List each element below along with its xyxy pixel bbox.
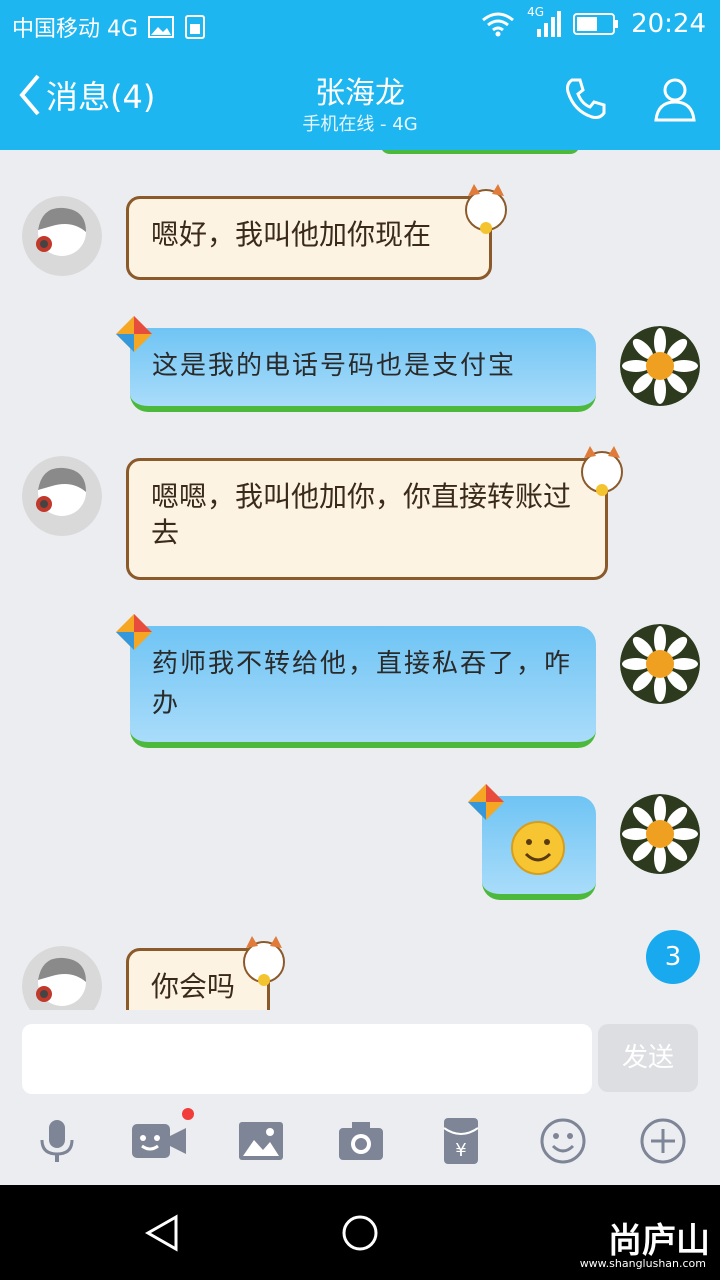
lucky-cat-sticker-icon bbox=[465, 184, 507, 234]
message-text: 你会吗 bbox=[151, 970, 236, 1003]
message-text: 嗯好，我叫他加你现在 bbox=[151, 218, 432, 251]
message-text: 嗯嗯，我叫他加你，你直接转账过去 bbox=[151, 480, 572, 549]
status-bar: 中国移动 4G 4G 20:24 bbox=[0, 0, 720, 50]
composer: 发送 ¥ bbox=[0, 1010, 720, 1185]
lucky-cat-sticker-icon bbox=[243, 936, 285, 986]
wifi-icon bbox=[482, 12, 514, 37]
my-avatar[interactable] bbox=[620, 624, 700, 704]
message-text: 药师我不转给他，直接私吞了，咋办 bbox=[152, 649, 573, 719]
kite-sticker-icon bbox=[116, 614, 152, 650]
message-list[interactable]: 嗯好，我叫他加你现在 这是我的电话号码也是支付宝 嗯嗯，我叫他加你，你直接转账过… bbox=[0, 150, 720, 1010]
image-notification-icon bbox=[148, 16, 175, 38]
smile-emoji-icon bbox=[511, 821, 565, 875]
send-button[interactable]: 发送 bbox=[598, 1024, 698, 1092]
contact-avatar[interactable] bbox=[22, 456, 102, 536]
composer-toolbar: ¥ bbox=[0, 1106, 720, 1176]
contact-name: 张海龙 bbox=[315, 76, 405, 111]
unread-count-badge[interactable]: 3 bbox=[646, 930, 700, 984]
red-packet-icon[interactable]: ¥ bbox=[436, 1116, 486, 1166]
contact-profile-icon[interactable] bbox=[650, 74, 700, 124]
contact-avatar[interactable] bbox=[22, 196, 102, 276]
network-badge: 4G bbox=[527, 5, 544, 19]
signal-icon: 4G bbox=[527, 5, 562, 39]
battery-icon bbox=[573, 13, 619, 35]
system-navigation-bar: 尚庐山 www.shanglushan.com bbox=[0, 1185, 720, 1280]
message-text: 这是我的电话号码也是支付宝 bbox=[152, 351, 517, 381]
image-icon[interactable] bbox=[236, 1116, 286, 1166]
phone-call-icon[interactable] bbox=[560, 74, 610, 124]
kite-sticker-icon bbox=[468, 784, 504, 820]
clock: 20:24 bbox=[631, 9, 706, 39]
emoji-icon[interactable] bbox=[538, 1116, 588, 1166]
previous-bubble-edge bbox=[380, 150, 580, 154]
kite-sticker-icon bbox=[116, 316, 152, 352]
watermark-url: www.shanglushan.com bbox=[579, 1257, 706, 1270]
video-notification-dot bbox=[182, 1108, 194, 1120]
my-avatar[interactable] bbox=[620, 326, 700, 406]
chat-header: 消息(4) 张海龙 手机在线 - 4G bbox=[0, 50, 720, 150]
sim-notification-icon bbox=[185, 15, 206, 39]
message-bubble-outgoing[interactable]: 这是我的电话号码也是支付宝 bbox=[130, 328, 596, 412]
video-icon[interactable] bbox=[130, 1116, 190, 1166]
my-avatar[interactable] bbox=[620, 794, 700, 874]
plus-icon[interactable] bbox=[638, 1116, 688, 1166]
svg-text:¥: ¥ bbox=[455, 1140, 466, 1161]
message-bubble-incoming[interactable]: 嗯嗯，我叫他加你，你直接转账过去 bbox=[126, 458, 608, 580]
contact-status: 手机在线 - 4G bbox=[302, 114, 418, 135]
message-bubble-incoming[interactable]: 嗯好，我叫他加你现在 bbox=[126, 196, 492, 280]
watermark-logo: 尚庐山 bbox=[608, 1221, 710, 1261]
camera-icon[interactable] bbox=[336, 1116, 386, 1166]
lucky-cat-sticker-icon bbox=[581, 446, 623, 496]
nav-home-icon[interactable] bbox=[340, 1213, 380, 1253]
nav-back-icon[interactable] bbox=[142, 1213, 182, 1253]
contact-avatar[interactable] bbox=[22, 946, 102, 1010]
mic-icon[interactable] bbox=[32, 1116, 82, 1166]
message-bubble-outgoing[interactable]: 药师我不转给他，直接私吞了，咋办 bbox=[130, 626, 596, 748]
carrier-label: 中国移动 4G bbox=[12, 17, 139, 42]
message-input[interactable] bbox=[22, 1024, 592, 1094]
